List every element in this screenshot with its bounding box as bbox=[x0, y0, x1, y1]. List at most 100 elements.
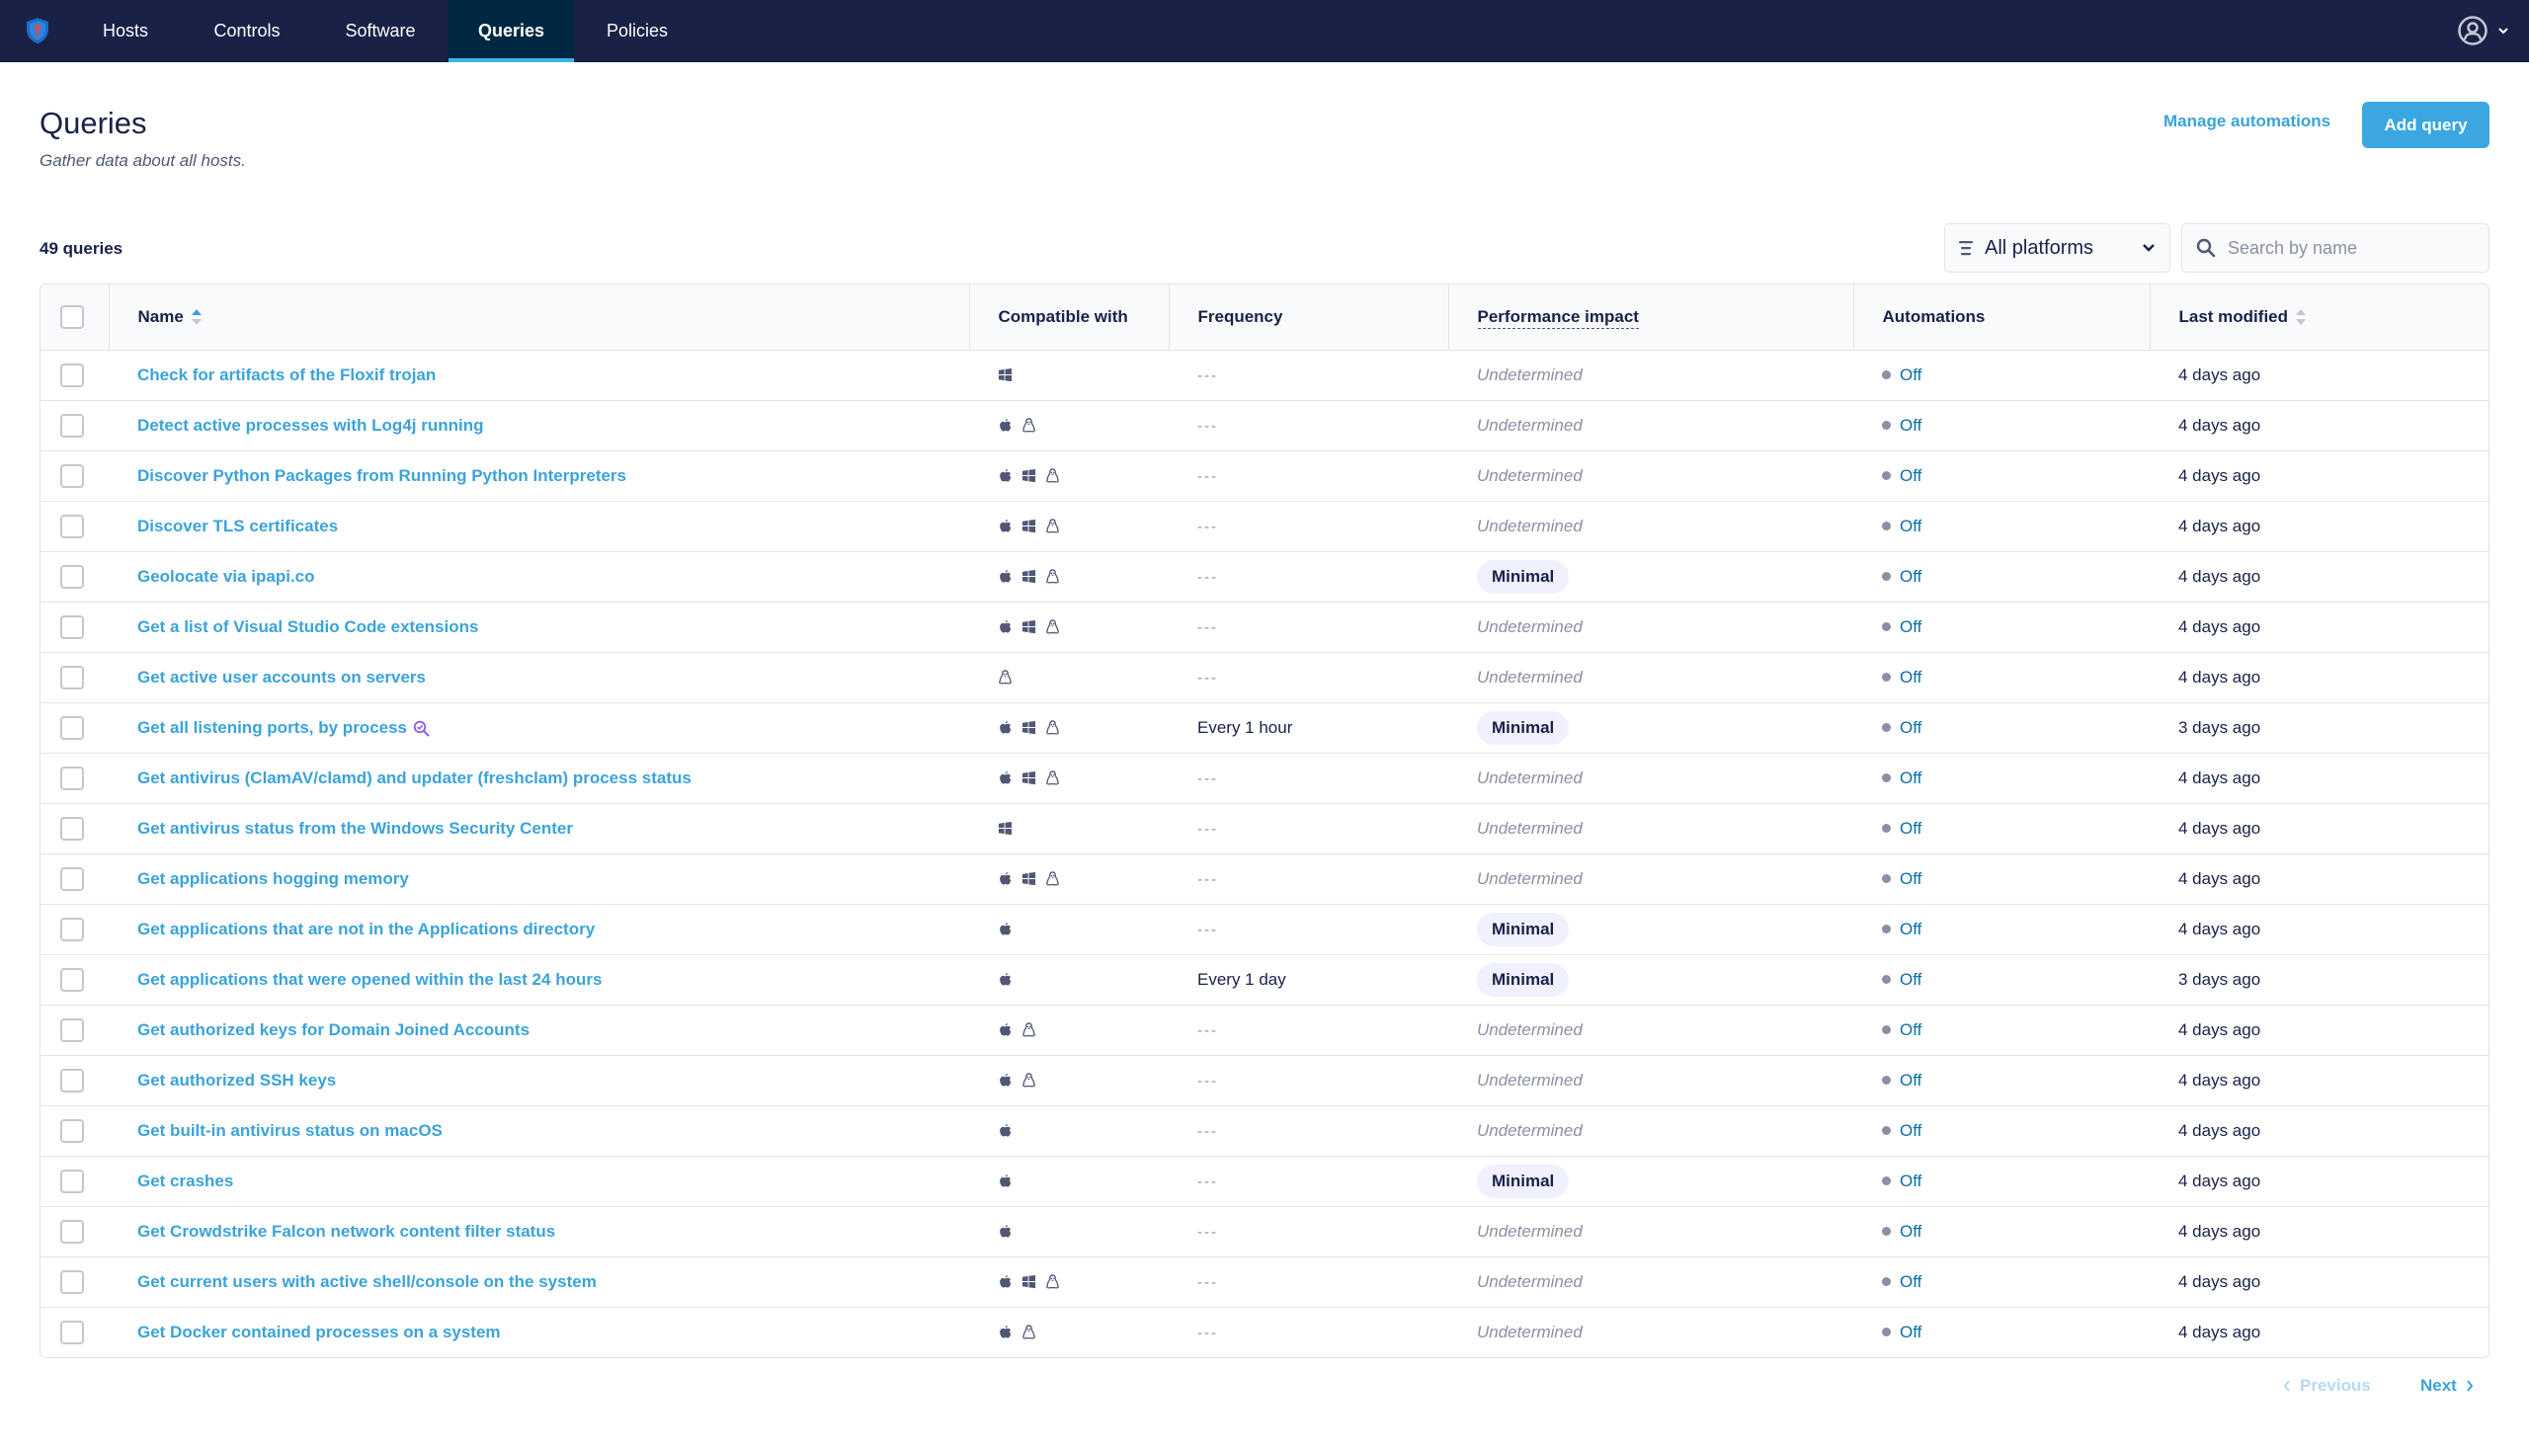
shield-logo-icon[interactable] bbox=[25, 17, 50, 44]
row-checkbox[interactable] bbox=[60, 816, 84, 841]
automation-status[interactable]: Off bbox=[1900, 1172, 1921, 1191]
row-checkbox[interactable] bbox=[60, 463, 84, 488]
header-last-modified[interactable]: Last modified bbox=[2150, 284, 2488, 351]
query-name-link[interactable]: Get active user accounts on servers bbox=[137, 668, 426, 687]
user-menu[interactable] bbox=[2458, 14, 2509, 47]
nav-controls[interactable]: Controls bbox=[192, 0, 302, 62]
row-checkbox[interactable] bbox=[60, 363, 84, 387]
query-name-link[interactable]: Get Docker contained processes on a syst… bbox=[137, 1323, 501, 1341]
row-checkbox[interactable] bbox=[60, 1269, 84, 1294]
automation-status[interactable]: Off bbox=[1900, 1272, 1921, 1292]
automation-status[interactable]: Off bbox=[1900, 466, 1921, 486]
row-checkbox[interactable] bbox=[60, 866, 84, 891]
automation-status[interactable]: Off bbox=[1900, 768, 1921, 788]
query-name-link[interactable]: Get built-in antivirus status on macOS bbox=[137, 1121, 443, 1140]
row-checkbox[interactable] bbox=[60, 665, 84, 689]
automation-status[interactable]: Off bbox=[1900, 1071, 1921, 1091]
table-row[interactable]: Get built-in antivirus status on macOS --… bbox=[41, 1105, 2488, 1157]
query-name-link[interactable]: Get all listening ports, by process bbox=[137, 718, 407, 737]
row-checkbox[interactable] bbox=[60, 1068, 84, 1092]
automation-status[interactable]: Off bbox=[1900, 1020, 1921, 1040]
automation-status[interactable]: Off bbox=[1900, 718, 1921, 738]
table-row[interactable]: Get applications that are not in the App… bbox=[41, 904, 2488, 955]
table-row[interactable]: Get crashes --- Minimal Off 4 days ago bbox=[41, 1156, 2488, 1207]
query-name-link[interactable]: Get a list of Visual Studio Code extensi… bbox=[137, 617, 478, 636]
table-row[interactable]: Get Docker contained processes on a syst… bbox=[41, 1307, 2488, 1357]
automation-status[interactable]: Off bbox=[1900, 970, 1921, 990]
add-query-button[interactable]: Add query bbox=[2362, 102, 2489, 148]
row-checkbox[interactable] bbox=[60, 514, 84, 538]
sort-ascending-icon[interactable] bbox=[191, 309, 202, 326]
query-name-link[interactable]: Get antivirus (ClamAV/clamd) and updater… bbox=[137, 768, 692, 787]
query-name-link[interactable]: Get applications that were opened within… bbox=[137, 970, 602, 989]
next-page-button[interactable]: Next bbox=[2420, 1376, 2475, 1396]
row-checkbox[interactable] bbox=[60, 766, 84, 790]
query-name-link[interactable]: Get authorized keys for Domain Joined Ac… bbox=[137, 1020, 530, 1039]
table-row[interactable]: Get antivirus status from the Windows Se… bbox=[41, 803, 2488, 854]
nav-software[interactable]: Software bbox=[326, 0, 435, 62]
row-checkbox[interactable] bbox=[60, 715, 84, 740]
table-row[interactable]: Geolocate via ipapi.co --- Minimal Off 4 day… bbox=[41, 551, 2488, 603]
header-name[interactable]: Name bbox=[109, 284, 970, 351]
automation-status[interactable]: Off bbox=[1900, 517, 1921, 536]
nav-hosts[interactable]: Hosts bbox=[85, 0, 166, 62]
automation-status[interactable]: Off bbox=[1900, 1121, 1921, 1141]
table-row[interactable]: Get Crowdstrike Falcon network content f… bbox=[41, 1206, 2488, 1257]
row-checkbox[interactable] bbox=[60, 564, 84, 589]
query-name-link[interactable]: Geolocate via ipapi.co bbox=[137, 567, 315, 586]
nav-policies[interactable]: Policies bbox=[588, 0, 687, 62]
query-name-link[interactable]: Discover TLS certificates bbox=[137, 517, 338, 535]
table-row[interactable]: Discover TLS certificates --- Undetermined… bbox=[41, 501, 2488, 552]
platform-filter-dropdown[interactable]: All platforms bbox=[1944, 223, 2170, 273]
query-name-link[interactable]: Check for artifacts of the Floxif trojan bbox=[137, 365, 436, 384]
manage-automations-button[interactable]: Manage automations bbox=[2163, 112, 2330, 131]
automation-status[interactable]: Off bbox=[1900, 1222, 1921, 1242]
automation-status[interactable]: Off bbox=[1900, 920, 1921, 939]
sort-icon[interactable] bbox=[2296, 309, 2307, 326]
row-checkbox[interactable] bbox=[60, 917, 84, 941]
row-checkbox[interactable] bbox=[60, 1219, 84, 1244]
query-name-link[interactable]: Discover Python Packages from Running Py… bbox=[137, 466, 626, 485]
row-checkbox[interactable] bbox=[60, 1169, 84, 1193]
table-row[interactable]: Detect active processes with Log4j runni… bbox=[41, 400, 2488, 451]
table-row[interactable]: Get applications hogging memory --- Undete… bbox=[41, 853, 2488, 905]
automation-status[interactable]: Off bbox=[1900, 416, 1921, 436]
search-input[interactable] bbox=[2228, 237, 2465, 259]
select-all-checkbox[interactable] bbox=[60, 304, 84, 329]
row-checkbox[interactable] bbox=[60, 1118, 84, 1143]
table-row[interactable]: Check for artifacts of the Floxif trojan… bbox=[41, 350, 2488, 401]
row-checkbox[interactable] bbox=[60, 1017, 84, 1042]
performance-impact-tooltip-trigger[interactable]: Performance impact bbox=[1477, 306, 1639, 329]
query-name-link[interactable]: Get applications hogging memory bbox=[137, 869, 409, 888]
query-name-link[interactable]: Detect active processes with Log4j runni… bbox=[137, 416, 483, 435]
automation-status[interactable]: Off bbox=[1900, 1323, 1921, 1342]
table-row[interactable]: Get antivirus (ClamAV/clamd) and updater… bbox=[41, 753, 2488, 804]
row-checkbox[interactable] bbox=[60, 413, 84, 438]
automation-status[interactable]: Off bbox=[1900, 617, 1921, 637]
query-name-link[interactable]: Get authorized SSH keys bbox=[137, 1071, 336, 1090]
table-row[interactable]: Get a list of Visual Studio Code extensi… bbox=[41, 602, 2488, 653]
query-name-link[interactable]: Get Crowdstrike Falcon network content f… bbox=[137, 1222, 555, 1241]
automation-status[interactable]: Off bbox=[1900, 819, 1921, 839]
row-checkbox[interactable] bbox=[60, 967, 84, 992]
previous-page-button[interactable]: Previous bbox=[2282, 1376, 2371, 1396]
automation-status[interactable]: Off bbox=[1900, 365, 1921, 385]
search-field[interactable] bbox=[2181, 223, 2489, 273]
table-row[interactable]: Get all listening ports, by process Every… bbox=[41, 702, 2488, 754]
query-name-link[interactable]: Get applications that are not in the App… bbox=[137, 920, 595, 938]
query-name-link[interactable]: Get antivirus status from the Windows Se… bbox=[137, 819, 573, 838]
query-name-link[interactable]: Get crashes bbox=[137, 1172, 233, 1190]
row-checkbox[interactable] bbox=[60, 614, 84, 639]
table-row[interactable]: Get active user accounts on servers --- Un… bbox=[41, 652, 2488, 703]
automation-status[interactable]: Off bbox=[1900, 869, 1921, 889]
automation-status[interactable]: Off bbox=[1900, 668, 1921, 688]
automation-status[interactable]: Off bbox=[1900, 567, 1921, 587]
table-row[interactable]: Get applications that were opened within… bbox=[41, 954, 2488, 1006]
table-row[interactable]: Get authorized keys for Domain Joined Ac… bbox=[41, 1005, 2488, 1056]
nav-queries[interactable]: Queries bbox=[449, 0, 574, 62]
row-checkbox[interactable] bbox=[60, 1320, 84, 1344]
table-row[interactable]: Get authorized SSH keys --- Undetermined Of… bbox=[41, 1055, 2488, 1106]
query-name-link[interactable]: Get current users with active shell/cons… bbox=[137, 1272, 597, 1291]
table-row[interactable]: Discover Python Packages from Running Py… bbox=[41, 450, 2488, 502]
table-row[interactable]: Get current users with active shell/cons… bbox=[41, 1256, 2488, 1308]
